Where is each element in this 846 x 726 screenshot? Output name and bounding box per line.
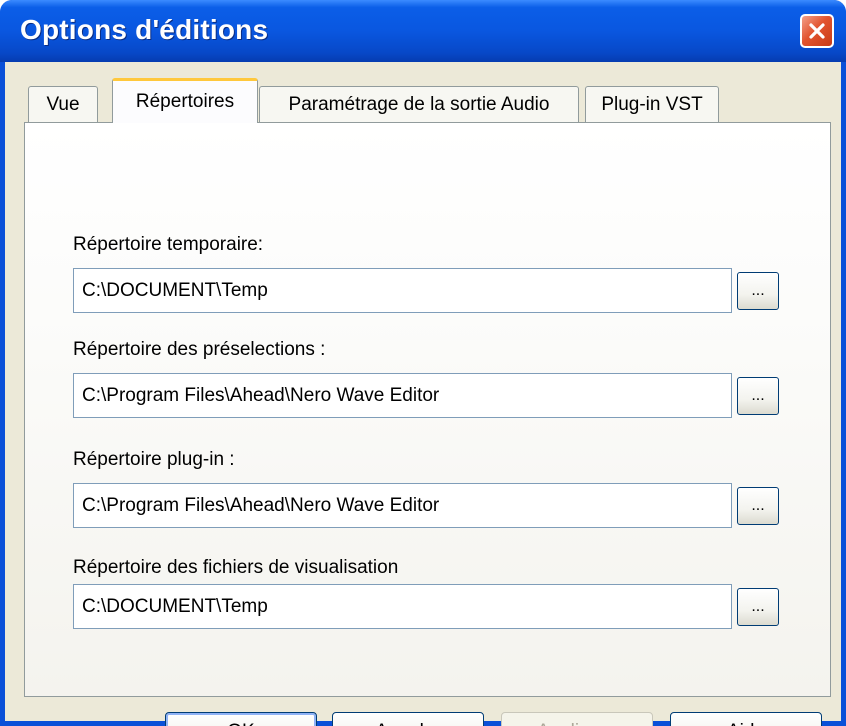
title-bar[interactable]: Options d'éditions (0, 0, 846, 62)
plugin-dir-input[interactable] (73, 483, 732, 528)
visualisation-dir-browse-button[interactable]: ... (737, 588, 779, 626)
presets-dir-input[interactable] (73, 373, 732, 418)
tab-label: Plug-in VST (601, 94, 703, 115)
close-button[interactable] (800, 14, 834, 48)
ok-button[interactable]: OK (165, 712, 317, 726)
tab-label: Répertoires (135, 91, 235, 112)
cancel-button[interactable]: Annuler (332, 712, 484, 726)
plugin-dir-browse-button[interactable]: ... (737, 487, 779, 525)
temp-dir-browse-button[interactable]: ... (737, 272, 779, 310)
window-title: Options d'éditions (20, 14, 269, 45)
tab-vue[interactable]: Vue (28, 86, 98, 123)
tab-label: Vue (46, 94, 80, 115)
help-button[interactable]: Aide (670, 712, 822, 726)
tab-parametrage-sortie-audio[interactable]: Paramétrage de la sortie Audio (259, 86, 579, 123)
tab-panel-repertoires: Répertoire temporaire: ... Répertoire de… (24, 122, 831, 697)
visualisation-dir-label: Répertoire des fichiers de visualisation (73, 557, 399, 578)
tab-plugin-vst[interactable]: Plug-in VST (585, 86, 719, 123)
dialog-client-area: Vue Répertoires Paramétrage de la sortie… (5, 62, 841, 726)
dialog-window: Options d'éditions Vue Répertoires Param… (0, 0, 846, 726)
tab-label: Paramétrage de la sortie Audio (288, 94, 550, 115)
plugin-dir-label: Répertoire plug-in : (73, 449, 235, 470)
apply-button[interactable]: Appliquer (501, 712, 653, 726)
presets-dir-label: Répertoire des préselections : (73, 339, 326, 360)
visualisation-dir-input[interactable] (73, 584, 732, 629)
temp-dir-label: Répertoire temporaire: (73, 234, 264, 255)
close-icon (809, 23, 825, 39)
temp-dir-input[interactable] (73, 268, 732, 313)
presets-dir-browse-button[interactable]: ... (737, 377, 779, 415)
tab-repertoires[interactable]: Répertoires (112, 78, 258, 123)
